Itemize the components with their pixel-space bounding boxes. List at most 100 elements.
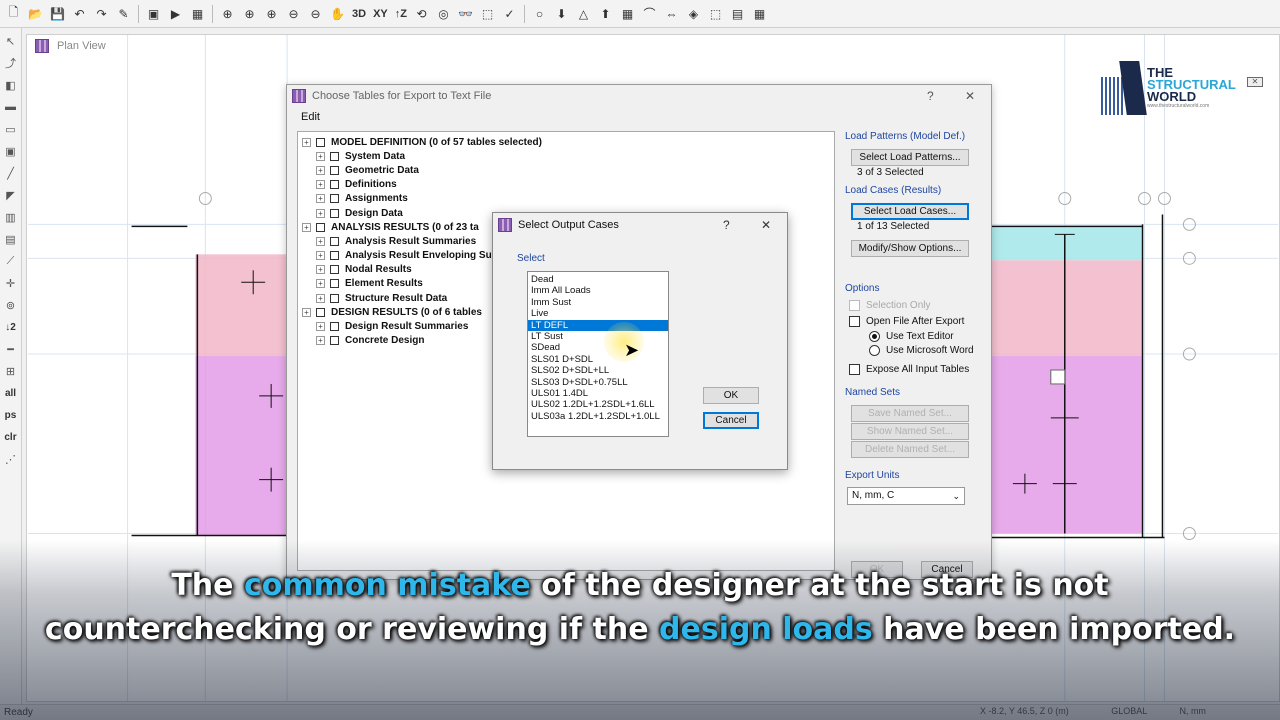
previous-selection-button[interactable]: ps (2, 406, 20, 424)
draw-column-icon[interactable]: ▥ (2, 208, 20, 226)
section-cut-icon[interactable]: ⬚ (706, 4, 725, 23)
output-cases-listbox[interactable]: Dead Imm All Loads Imm Sust Live LT DEFL LT S… (527, 271, 669, 437)
run-icon[interactable]: ▶ (166, 4, 185, 23)
slab-cyan-right[interactable] (990, 226, 1143, 261)
expand-icon[interactable]: + (316, 265, 325, 275)
tree-checkbox[interactable] (330, 236, 339, 246)
tree-checkbox[interactable] (316, 307, 325, 317)
undo-icon[interactable]: ↶ (70, 4, 89, 23)
deformed-shape-icon[interactable]: ⌒ (640, 4, 659, 23)
tree-checkbox[interactable] (330, 180, 339, 190)
select-load-patterns-button[interactable]: Select Load Patterns... (851, 149, 969, 166)
list-item[interactable]: LT Sust (528, 331, 668, 342)
expand-icon[interactable]: + (316, 165, 325, 175)
list-item[interactable]: Live (528, 308, 668, 319)
zoom-out-icon[interactable]: ⊖ (284, 4, 303, 23)
draw-area-icon[interactable]: ◧ (2, 76, 20, 94)
select-load-cases-button[interactable]: Select Load Cases... (851, 203, 969, 220)
close-icon[interactable]: ✕ (761, 218, 771, 232)
open-folder-icon[interactable]: 📂 (26, 4, 45, 23)
expand-icon[interactable]: + (316, 279, 325, 289)
tree-child-row[interactable]: + Geometric Data (302, 163, 830, 177)
tree-child-row[interactable]: + Assignments (302, 192, 830, 206)
list-item[interactable]: SDead (528, 342, 668, 353)
snap-2-button[interactable]: ↓ 2 (2, 318, 20, 336)
select-icon[interactable]: ⬚ (478, 4, 497, 23)
draw-tendon-icon[interactable]: ⟋ (2, 252, 20, 270)
list-item[interactable]: ULS02 1.2DL+1.2SDL+1.6LL (528, 399, 668, 410)
slab-pink-left[interactable] (195, 254, 292, 357)
redo-icon[interactable]: ↷ (92, 4, 111, 23)
perspective-icon[interactable]: ◎ (434, 4, 453, 23)
expand-icon[interactable]: + (316, 236, 325, 246)
delete-named-set-button[interactable]: Delete Named Set... (851, 441, 969, 458)
zoom-fit-icon[interactable]: ⊖ (306, 4, 325, 23)
tree-checkbox[interactable] (330, 293, 339, 303)
tree-checkbox[interactable] (330, 322, 339, 332)
expose-all-input-tables-checkbox[interactable]: Expose All Input Tables (849, 361, 985, 377)
tree-checkbox[interactable] (316, 222, 325, 232)
draw-poly-icon[interactable]: ▭ (2, 120, 20, 138)
expand-icon[interactable]: + (302, 222, 311, 232)
tree-checkbox[interactable] (330, 194, 339, 204)
lock-icon[interactable]: ▣ (144, 4, 163, 23)
expand-icon[interactable]: + (316, 293, 325, 303)
draw-support-icon[interactable]: ⊚ (2, 296, 20, 314)
list-item[interactable]: ULS01 1.4DL (528, 388, 668, 399)
circle-icon[interactable]: ○ (530, 4, 549, 23)
zoom-in-icon[interactable]: ⊕ (262, 4, 281, 23)
list-item[interactable]: ULS03a 1.2DL+1.2SDL+1.0LL (528, 411, 668, 422)
help-icon[interactable]: ? (927, 89, 934, 103)
open-file-after-export-checkbox[interactable]: Open File After Export (849, 313, 985, 329)
close-icon[interactable]: ✕ (965, 89, 975, 103)
draw-line-icon[interactable]: ╱ (2, 164, 20, 182)
tree-group-row[interactable]: + MODEL DEFINITION (0 of 57 tables select… (302, 135, 830, 149)
export-units-select[interactable]: N, mm, C ⌄ (847, 487, 965, 505)
list-item[interactable]: SLS01 D+SDL (528, 354, 668, 365)
show-named-set-button[interactable]: Show Named Set... (851, 423, 969, 440)
expand-icon[interactable]: + (316, 251, 325, 261)
list-item[interactable]: Imm Sust (528, 297, 668, 308)
selection-only-checkbox[interactable]: Selection Only (849, 297, 985, 313)
pointer-icon[interactable]: ↖ (2, 32, 20, 50)
strip-icon[interactable]: ▤ (728, 4, 747, 23)
run-analysis-icon[interactable]: ▦ (188, 4, 207, 23)
list-item[interactable]: Imm All Loads (528, 285, 668, 296)
zoom-restore-icon[interactable]: ⊕ (240, 4, 259, 23)
list-item[interactable]: SLS03 D+SDL+0.75LL (528, 377, 668, 388)
tree-checkbox[interactable] (330, 251, 339, 261)
pencil-icon[interactable]: ✎ (114, 4, 133, 23)
expand-icon[interactable]: + (316, 336, 325, 346)
snap-line-icon[interactable]: ━ (2, 340, 20, 358)
check-icon[interactable]: ✓ (500, 4, 519, 23)
list-item[interactable]: Dead (528, 274, 668, 285)
tree-checkbox[interactable] (330, 151, 339, 161)
intersecting-line-icon[interactable]: ⋰ (2, 450, 20, 468)
tree-checkbox[interactable] (330, 265, 339, 275)
expand-icon[interactable]: + (302, 137, 311, 147)
tree-checkbox[interactable] (330, 165, 339, 175)
slab-pink-right[interactable] (990, 260, 1143, 357)
arrow-down-icon[interactable]: ⬇ (552, 4, 571, 23)
draw-wall-icon[interactable]: ▤ (2, 230, 20, 248)
tree-checkbox[interactable] (330, 208, 339, 218)
draw-rect-icon[interactable]: ▬ (2, 98, 20, 116)
select-all-button[interactable]: all (2, 384, 20, 402)
help-icon[interactable]: ? (723, 218, 730, 232)
reshape-icon[interactable]: ⤴ (2, 54, 20, 72)
list-item[interactable]: SLS02 D+SDL+LL (528, 365, 668, 376)
view-3d-button[interactable]: 3D (350, 4, 368, 23)
stress-icon[interactable]: ◈ (684, 4, 703, 23)
edit-menu[interactable]: Edit (301, 111, 320, 123)
plan-close-icon[interactable]: ✕ (1247, 77, 1263, 87)
use-microsoft-word-radio[interactable]: Use Microsoft Word (869, 343, 985, 357)
tree-child-row[interactable]: + Definitions (302, 178, 830, 192)
expand-icon[interactable]: + (316, 322, 325, 332)
modify-show-options-button[interactable]: Modify/Show Options... (851, 240, 969, 257)
rotate-icon[interactable]: ⟲ (412, 4, 431, 23)
slab-violet-left[interactable] (195, 356, 292, 536)
expand-icon[interactable]: + (316, 194, 325, 204)
table-icon[interactable]: ▦ (750, 4, 769, 23)
tree-checkbox[interactable] (330, 336, 339, 346)
expand-icon[interactable]: + (316, 180, 325, 190)
